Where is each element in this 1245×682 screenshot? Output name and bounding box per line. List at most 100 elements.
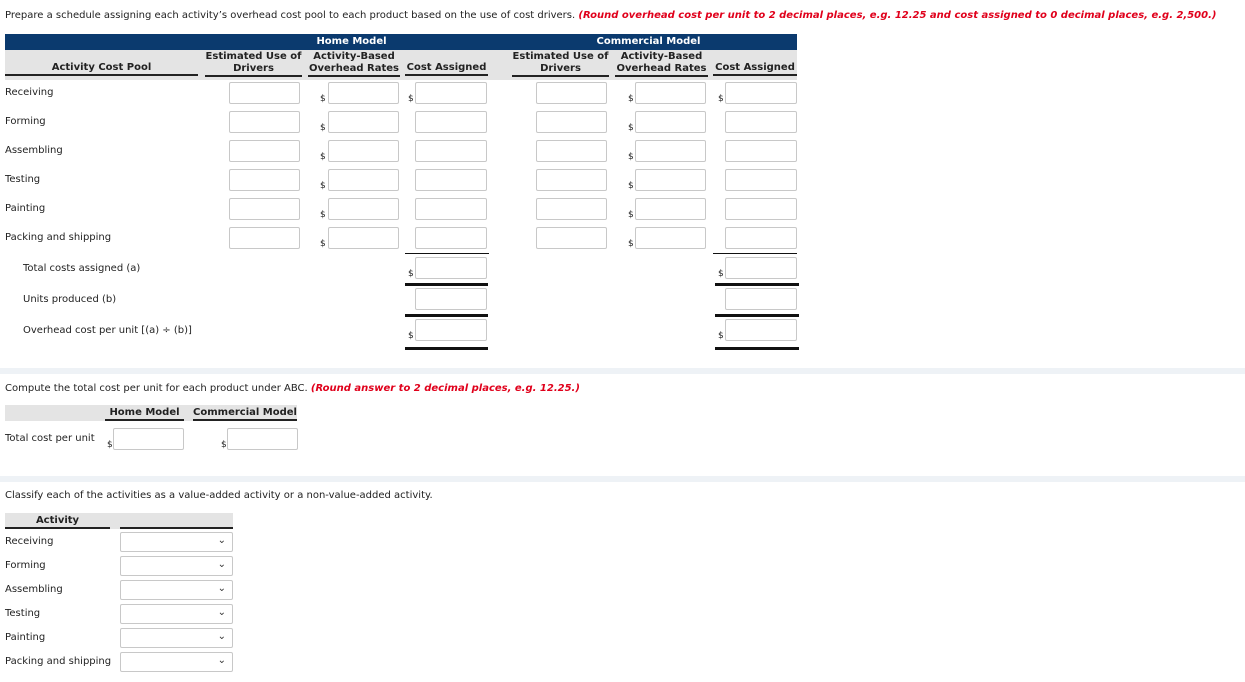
home-rate-input[interactable] xyxy=(328,227,399,249)
home-total-input-2[interactable] xyxy=(415,319,487,341)
home-drivers-input[interactable] xyxy=(229,82,300,104)
commercial-drivers-input[interactable] xyxy=(536,169,607,191)
commercial-total-cost-per-unit-input[interactable] xyxy=(227,428,298,450)
commercial-rate-input[interactable] xyxy=(635,227,706,249)
home-rate-input[interactable] xyxy=(328,111,399,133)
home-cost-input[interactable] xyxy=(415,140,487,162)
classify-activity-label-2: Assembling xyxy=(5,584,63,595)
classification-select-4[interactable]: ⌄ xyxy=(120,628,233,648)
classification-select-3[interactable]: ⌄ xyxy=(120,604,233,624)
home-rate-input[interactable] xyxy=(328,82,399,104)
home-rate-input[interactable] xyxy=(328,140,399,162)
dollar-sign: $ xyxy=(718,94,724,104)
home-total-input-0[interactable] xyxy=(415,257,487,279)
subtotal-line xyxy=(405,253,489,254)
chevron-down-icon: ⌄ xyxy=(217,559,226,570)
home-cost-input[interactable] xyxy=(415,169,487,191)
home-cost-input[interactable] xyxy=(415,227,487,249)
activity-label-1: Forming xyxy=(5,116,46,127)
total-label-1: Units produced (b) xyxy=(23,294,117,305)
classify-instruction: Classify each of the activities as a val… xyxy=(5,490,433,501)
commercial-drivers-input[interactable] xyxy=(536,82,607,104)
section-divider xyxy=(0,368,1245,374)
total-label-0: Total costs assigned (a) xyxy=(23,263,141,274)
classify-activity-label-1: Forming xyxy=(5,560,46,571)
dollar-sign: $ xyxy=(221,440,227,450)
classification-select-1[interactable]: ⌄ xyxy=(120,556,233,576)
col-activity: Activity xyxy=(5,515,110,529)
dollar-sign: $ xyxy=(628,152,634,162)
activity-label-4: Painting xyxy=(5,203,46,214)
classification-select-0[interactable]: ⌄ xyxy=(120,532,233,552)
total-underline xyxy=(405,314,488,317)
home-cost-input[interactable] xyxy=(415,82,487,104)
classify-activity-label-4: Painting xyxy=(5,632,46,643)
dollar-sign: $ xyxy=(408,94,414,104)
instruction-text: Prepare a schedule assigning each activi… xyxy=(5,10,576,21)
row-label-total-cost-per-unit: Total cost per unit xyxy=(5,433,95,444)
commercial-drivers-input[interactable] xyxy=(536,227,607,249)
col-activity-cost-pool: Activity Cost Pool xyxy=(5,62,198,76)
commercial-cost-input[interactable] xyxy=(725,140,797,162)
home-drivers-input[interactable] xyxy=(229,169,300,191)
col-classification xyxy=(120,515,233,529)
commercial-cost-input[interactable] xyxy=(725,169,797,191)
commercial-rate-input[interactable] xyxy=(635,140,706,162)
commercial-drivers-input[interactable] xyxy=(536,111,607,133)
rounding-note: (Round answer to 2 decimal places, e.g. … xyxy=(310,383,580,394)
home-rate-input[interactable] xyxy=(328,169,399,191)
total-underline xyxy=(715,314,799,317)
total-underline xyxy=(405,283,488,286)
home-drivers-input[interactable] xyxy=(229,198,300,220)
home-total-input-1[interactable] xyxy=(415,288,487,310)
col-commercial-model: Commercial Model xyxy=(193,407,297,421)
classification-select-5[interactable]: ⌄ xyxy=(120,652,233,672)
commercial-cost-input[interactable] xyxy=(725,111,797,133)
classification-select-2[interactable]: ⌄ xyxy=(120,580,233,600)
home-total-cost-per-unit-input[interactable] xyxy=(113,428,184,450)
commercial-cost-input[interactable] xyxy=(725,227,797,249)
activity-label-5: Packing and shipping xyxy=(5,232,112,243)
dollar-sign: $ xyxy=(628,123,634,133)
commercial-drivers-input[interactable] xyxy=(536,140,607,162)
instruction-text: Compute the total cost per unit for each… xyxy=(5,383,308,394)
commercial-cost-input[interactable] xyxy=(725,198,797,220)
home-drivers-input[interactable] xyxy=(229,140,300,162)
chevron-down-icon: ⌄ xyxy=(217,607,226,618)
commercial-col-drivers: Estimated Use of Drivers xyxy=(512,51,609,77)
subtotal-line xyxy=(713,253,797,254)
home-rate-input[interactable] xyxy=(328,198,399,220)
dollar-sign: $ xyxy=(320,210,326,220)
commercial-col-rates: Activity-Based Overhead Rates xyxy=(615,51,708,77)
chevron-down-icon: ⌄ xyxy=(217,631,226,642)
commercial-rate-input[interactable] xyxy=(635,82,706,104)
rounding-note: (Round overhead cost per unit to 2 decim… xyxy=(578,10,1217,21)
commercial-total-input-2[interactable] xyxy=(725,319,797,341)
activity-label-2: Assembling xyxy=(5,145,63,156)
activity-label-0: Receiving xyxy=(5,87,54,98)
dollar-sign: $ xyxy=(320,239,326,249)
chevron-down-icon: ⌄ xyxy=(217,655,226,666)
commercial-drivers-input[interactable] xyxy=(536,198,607,220)
commercial-rate-input[interactable] xyxy=(635,198,706,220)
dollar-sign: $ xyxy=(628,181,634,191)
dollar-sign: $ xyxy=(320,123,326,133)
chevron-down-icon: ⌄ xyxy=(217,583,226,594)
header-bar-blank xyxy=(5,34,203,50)
section-divider xyxy=(0,476,1245,482)
schedule-instruction: Prepare a schedule assigning each activi… xyxy=(5,10,1216,21)
commercial-rate-input[interactable] xyxy=(635,111,706,133)
classify-activity-label-0: Receiving xyxy=(5,536,54,547)
home-col-drivers: Estimated Use of Drivers xyxy=(205,51,302,77)
commercial-total-input-0[interactable] xyxy=(725,257,797,279)
dollar-sign: $ xyxy=(408,331,414,341)
home-drivers-input[interactable] xyxy=(229,227,300,249)
col-home-model: Home Model xyxy=(105,407,184,421)
home-cost-input[interactable] xyxy=(415,111,487,133)
commercial-total-input-1[interactable] xyxy=(725,288,797,310)
home-drivers-input[interactable] xyxy=(229,111,300,133)
commercial-rate-input[interactable] xyxy=(635,169,706,191)
commercial-cost-input[interactable] xyxy=(725,82,797,104)
commercial-col-cost: Cost Assigned xyxy=(713,62,797,76)
home-cost-input[interactable] xyxy=(415,198,487,220)
